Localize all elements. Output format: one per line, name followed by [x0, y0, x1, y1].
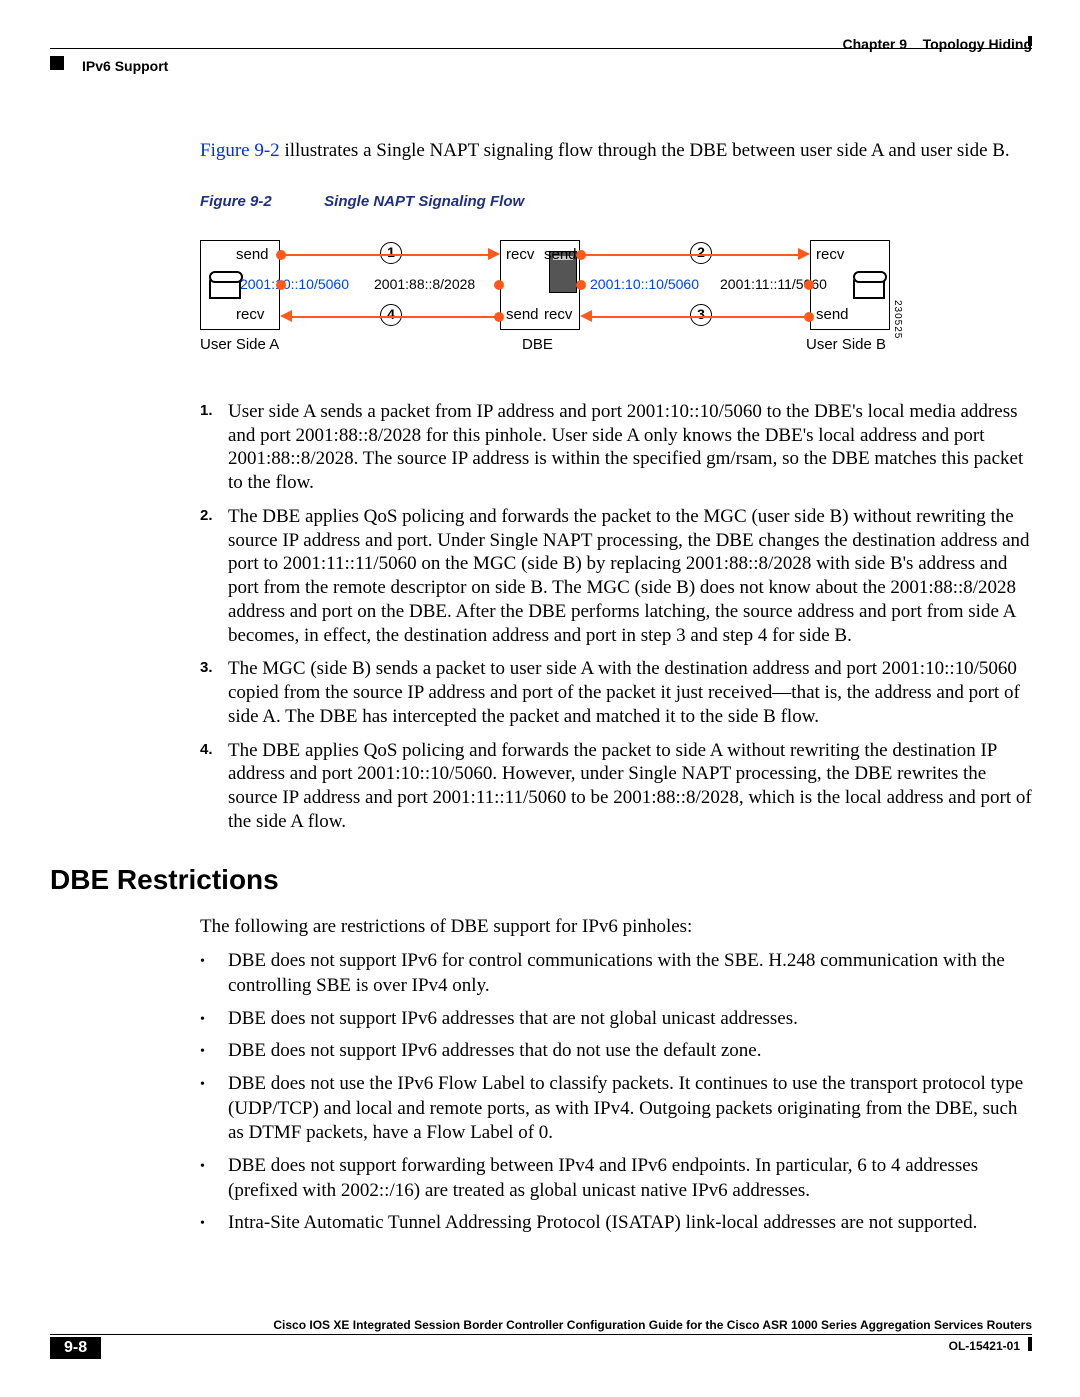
page-number: 9-8 — [50, 1337, 101, 1359]
image-id: 230525 — [892, 300, 903, 339]
step-text: The MGC (side B) sends a packet to user … — [228, 657, 1032, 728]
list-item: 3.The MGC (side B) sends a packet to use… — [200, 657, 1032, 728]
arrow-left-icon — [280, 310, 292, 322]
header-section: IPv6 Support — [82, 58, 168, 74]
step-text: The DBE applies QoS policing and forward… — [228, 505, 1032, 648]
figure-number: Figure 9-2 — [200, 193, 320, 210]
chapter-number: Chapter 9 — [842, 36, 907, 52]
flow-line — [582, 254, 798, 256]
dbe-label: DBE — [522, 336, 553, 353]
send-label: send — [816, 306, 849, 323]
recv-label: recv — [506, 246, 534, 263]
figure-diagram: send recv send recv recv send recv send … — [200, 240, 900, 370]
header-rule — [50, 48, 1032, 49]
flow-dot — [576, 280, 586, 290]
step-circle-2: 2 — [690, 242, 712, 264]
send-label: send — [236, 246, 269, 263]
bullet-text: DBE does not use the IPv6 Flow Label to … — [228, 1072, 1032, 1146]
list-item: 1.User side A sends a packet from IP add… — [200, 400, 1032, 495]
list-item: Intra-Site Automatic Tunnel Addressing P… — [200, 1211, 1032, 1236]
list-item: DBE does not support IPv6 addresses that… — [200, 1007, 1032, 1032]
list-item: DBE does not support IPv6 addresses that… — [200, 1039, 1032, 1064]
bullet-text: DBE does not support IPv6 addresses that… — [228, 1007, 798, 1032]
list-item: DBE does not support IPv6 for control co… — [200, 949, 1032, 998]
bullet-text: DBE does not support forwarding between … — [228, 1154, 1032, 1203]
flow-line — [282, 254, 488, 256]
footer-side-bar — [1028, 1337, 1032, 1351]
bullet-text: Intra-Site Automatic Tunnel Addressing P… — [228, 1211, 977, 1236]
user-a-label: User Side A — [200, 336, 279, 353]
intro-paragraph: Figure 9-2 illustrates a Single NAPT sig… — [200, 139, 1032, 163]
list-item: 4.The DBE applies QoS policing and forwa… — [200, 739, 1032, 834]
footer-doc-title: Cisco IOS XE Integrated Session Border C… — [50, 1318, 1032, 1335]
send-label: send — [544, 246, 577, 263]
restrictions-list: DBE does not support IPv6 for control co… — [200, 949, 1032, 1236]
user-b-label: User Side B — [806, 336, 886, 353]
steps-list: 1.User side A sends a packet from IP add… — [200, 400, 1032, 834]
header-chapter: Chapter 9 Topology Hiding — [842, 36, 1032, 52]
flow-dot — [804, 280, 814, 290]
list-item: DBE does not use the IPv6 Flow Label to … — [200, 1072, 1032, 1146]
arrow-left-icon — [580, 310, 592, 322]
recv-label: recv — [816, 246, 844, 263]
recv-label: recv — [236, 306, 264, 323]
flow-line — [592, 316, 808, 318]
step-text: User side A sends a packet from IP addre… — [228, 400, 1032, 495]
flow-dot — [276, 280, 286, 290]
figure-caption: Figure 9-2 Single NAPT Signaling Flow — [200, 193, 1032, 210]
phone-icon — [209, 277, 241, 299]
recv-label: recv — [544, 306, 572, 323]
list-item: 2.The DBE applies QoS policing and forwa… — [200, 505, 1032, 648]
phone-icon — [853, 277, 885, 299]
step-text: The DBE applies QoS policing and forward… — [228, 739, 1032, 834]
addr-a: 2001:10::10/5060 — [240, 276, 349, 292]
arrow-right-icon — [488, 248, 500, 260]
step-circle-1: 1 — [380, 242, 402, 264]
arrow-right-icon — [798, 248, 810, 260]
figure-title: Single NAPT Signaling Flow — [324, 193, 524, 210]
send-label: send — [506, 306, 539, 323]
intro-text: illustrates a Single NAPT signaling flow… — [280, 140, 1010, 161]
step-circle-4: 4 — [380, 304, 402, 326]
addr-dbe: 2001:88::8/2028 — [374, 276, 475, 292]
section-heading: DBE Restrictions — [50, 864, 1032, 896]
doc-id: OL-15421-01 — [949, 1339, 1020, 1353]
header-marker — [50, 56, 64, 70]
step-circle-3: 3 — [690, 304, 712, 326]
page-footer: Cisco IOS XE Integrated Session Border C… — [50, 1318, 1032, 1357]
bullet-text: DBE does not support IPv6 addresses that… — [228, 1039, 761, 1064]
section-intro: The following are restrictions of DBE su… — [200, 915, 1032, 940]
chapter-title: Topology Hiding — [923, 36, 1032, 52]
list-item: DBE does not support forwarding between … — [200, 1154, 1032, 1203]
header-side-bar — [1028, 36, 1032, 46]
flow-line — [292, 316, 498, 318]
figure-ref-link[interactable]: Figure 9-2 — [200, 140, 280, 161]
bullet-text: DBE does not support IPv6 for control co… — [228, 949, 1032, 998]
flow-dot — [494, 280, 504, 290]
addr-a2: 2001:10::10/5060 — [590, 276, 699, 292]
